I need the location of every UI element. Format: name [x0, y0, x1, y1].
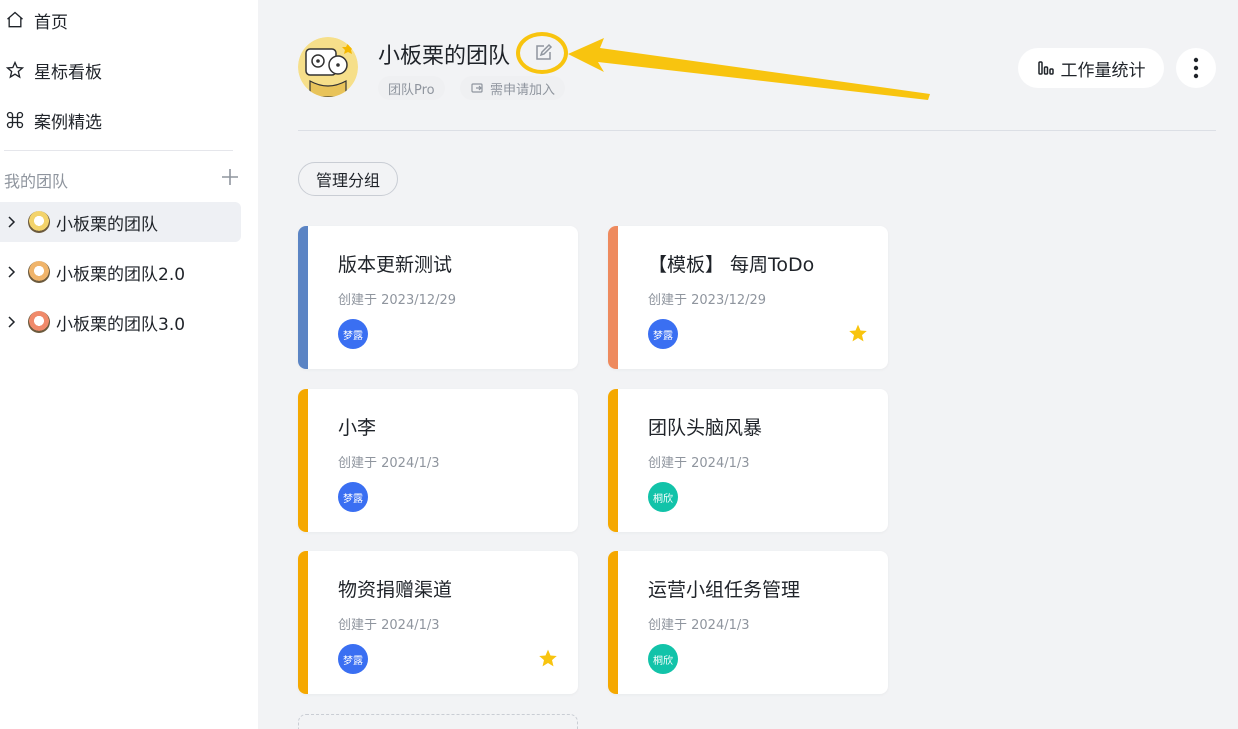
annotation-arrow — [568, 38, 930, 100]
sidebar-item-label: 首页 — [34, 12, 68, 33]
card-color-stripe — [298, 389, 308, 532]
sidebar-item-starred[interactable]: 星标看板 — [4, 55, 102, 85]
board-card[interactable]: 物资捐赠渠道 创建于 2024/1/3 梦露 — [298, 551, 578, 694]
sidebar-team-label: 小板栗的团队 — [56, 214, 158, 235]
board-created-date: 创建于 2024/1/3 — [338, 456, 440, 471]
sidebar-team-label: 小板栗的团队3.0 — [56, 314, 186, 335]
card-color-stripe — [608, 226, 618, 369]
tag-label: 需申请加入 — [490, 82, 556, 98]
home-icon — [4, 9, 26, 31]
sidebar-team-item[interactable]: 小板栗的团队3.0 — [0, 302, 241, 342]
member-avatar: 梦露 — [338, 319, 368, 349]
board-created-date: 创建于 2024/1/3 — [648, 618, 750, 633]
join-request-tag: 需申请加入 — [460, 76, 566, 100]
member-avatar: 梦露 — [338, 482, 368, 512]
command-icon — [4, 109, 26, 131]
card-color-stripe — [608, 389, 618, 532]
team-pro-tag: 团队Pro — [378, 76, 445, 100]
board-title: 团队头脑风暴 — [648, 417, 763, 439]
more-vertical-icon — [1193, 57, 1199, 79]
sidebar-team-item[interactable]: 小板栗的团队 — [0, 202, 241, 242]
team-avatar[interactable] — [298, 37, 358, 97]
add-board-placeholder[interactable] — [298, 714, 578, 729]
add-team-icon[interactable] — [219, 166, 241, 188]
more-options-button[interactable] — [1176, 48, 1216, 88]
board-card[interactable]: 小李 创建于 2024/1/3 梦露 — [298, 389, 578, 532]
chevron-right-icon[interactable] — [4, 215, 18, 229]
team-avatar-small — [28, 261, 50, 283]
star-outline-icon — [4, 59, 26, 81]
board-card[interactable]: 版本更新测试 创建于 2023/12/29 梦露 — [298, 226, 578, 369]
workload-stats-button[interactable]: 工作量统计 — [1018, 48, 1164, 88]
tag-label: 团队Pro — [388, 82, 435, 98]
manage-groups-button[interactable]: 管理分组 — [298, 162, 398, 196]
chevron-right-icon[interactable] — [4, 315, 18, 329]
card-color-stripe — [608, 551, 618, 694]
board-title: 物资捐赠渠道 — [338, 579, 453, 601]
bar-chart-icon — [1037, 61, 1054, 75]
card-color-stripe — [298, 226, 308, 369]
sidebar-item-cases[interactable]: 案例精选 — [4, 105, 102, 135]
sidebar-item-label: 星标看板 — [34, 62, 102, 83]
board-title: 小李 — [338, 417, 377, 439]
board-card[interactable]: 【模板】 每周ToDo 创建于 2023/12/29 梦露 — [608, 226, 888, 369]
board-created-date: 创建于 2024/1/3 — [338, 618, 440, 633]
chevron-right-icon[interactable] — [4, 265, 18, 279]
my-teams-heading: 我的团队 — [4, 172, 69, 191]
sidebar-team-item[interactable]: 小板栗的团队2.0 — [0, 252, 241, 292]
board-title: 版本更新测试 — [338, 254, 453, 276]
card-color-stripe — [298, 551, 308, 694]
member-avatar: 桐欣 — [648, 482, 678, 512]
join-icon — [471, 83, 483, 93]
sidebar-item-home[interactable]: 首页 — [4, 5, 68, 35]
star-icon[interactable] — [848, 323, 868, 343]
board-created-date: 创建于 2023/12/29 — [338, 293, 457, 308]
header-divider — [298, 130, 1216, 131]
sidebar-divider — [4, 150, 233, 151]
member-avatar: 梦露 — [648, 319, 678, 349]
board-created-date: 创建于 2024/1/3 — [648, 456, 750, 471]
sidebar-team-label: 小板栗的团队2.0 — [56, 264, 186, 285]
sidebar: 首页 星标看板 案例精选 我的团队 小板栗的团队 小板栗的团队2.0 小板栗的团… — [0, 0, 258, 729]
member-avatar: 桐欣 — [648, 644, 678, 674]
star-icon[interactable] — [538, 648, 558, 668]
team-avatar-small — [28, 211, 50, 233]
sidebar-item-label: 案例精选 — [34, 112, 102, 133]
board-card[interactable]: 团队头脑风暴 创建于 2024/1/3 桐欣 — [608, 389, 888, 532]
board-created-date: 创建于 2023/12/29 — [648, 293, 767, 308]
team-name: 小板栗的团队 — [378, 44, 511, 69]
board-title: 【模板】 每周ToDo — [648, 254, 815, 276]
board-card[interactable]: 运营小组任务管理 创建于 2024/1/3 桐欣 — [608, 551, 888, 694]
manage-groups-label: 管理分组 — [315, 171, 380, 190]
stats-label: 工作量统计 — [1060, 60, 1146, 81]
team-avatar-small — [28, 311, 50, 333]
member-avatar: 梦露 — [338, 644, 368, 674]
board-title: 运营小组任务管理 — [648, 579, 801, 601]
